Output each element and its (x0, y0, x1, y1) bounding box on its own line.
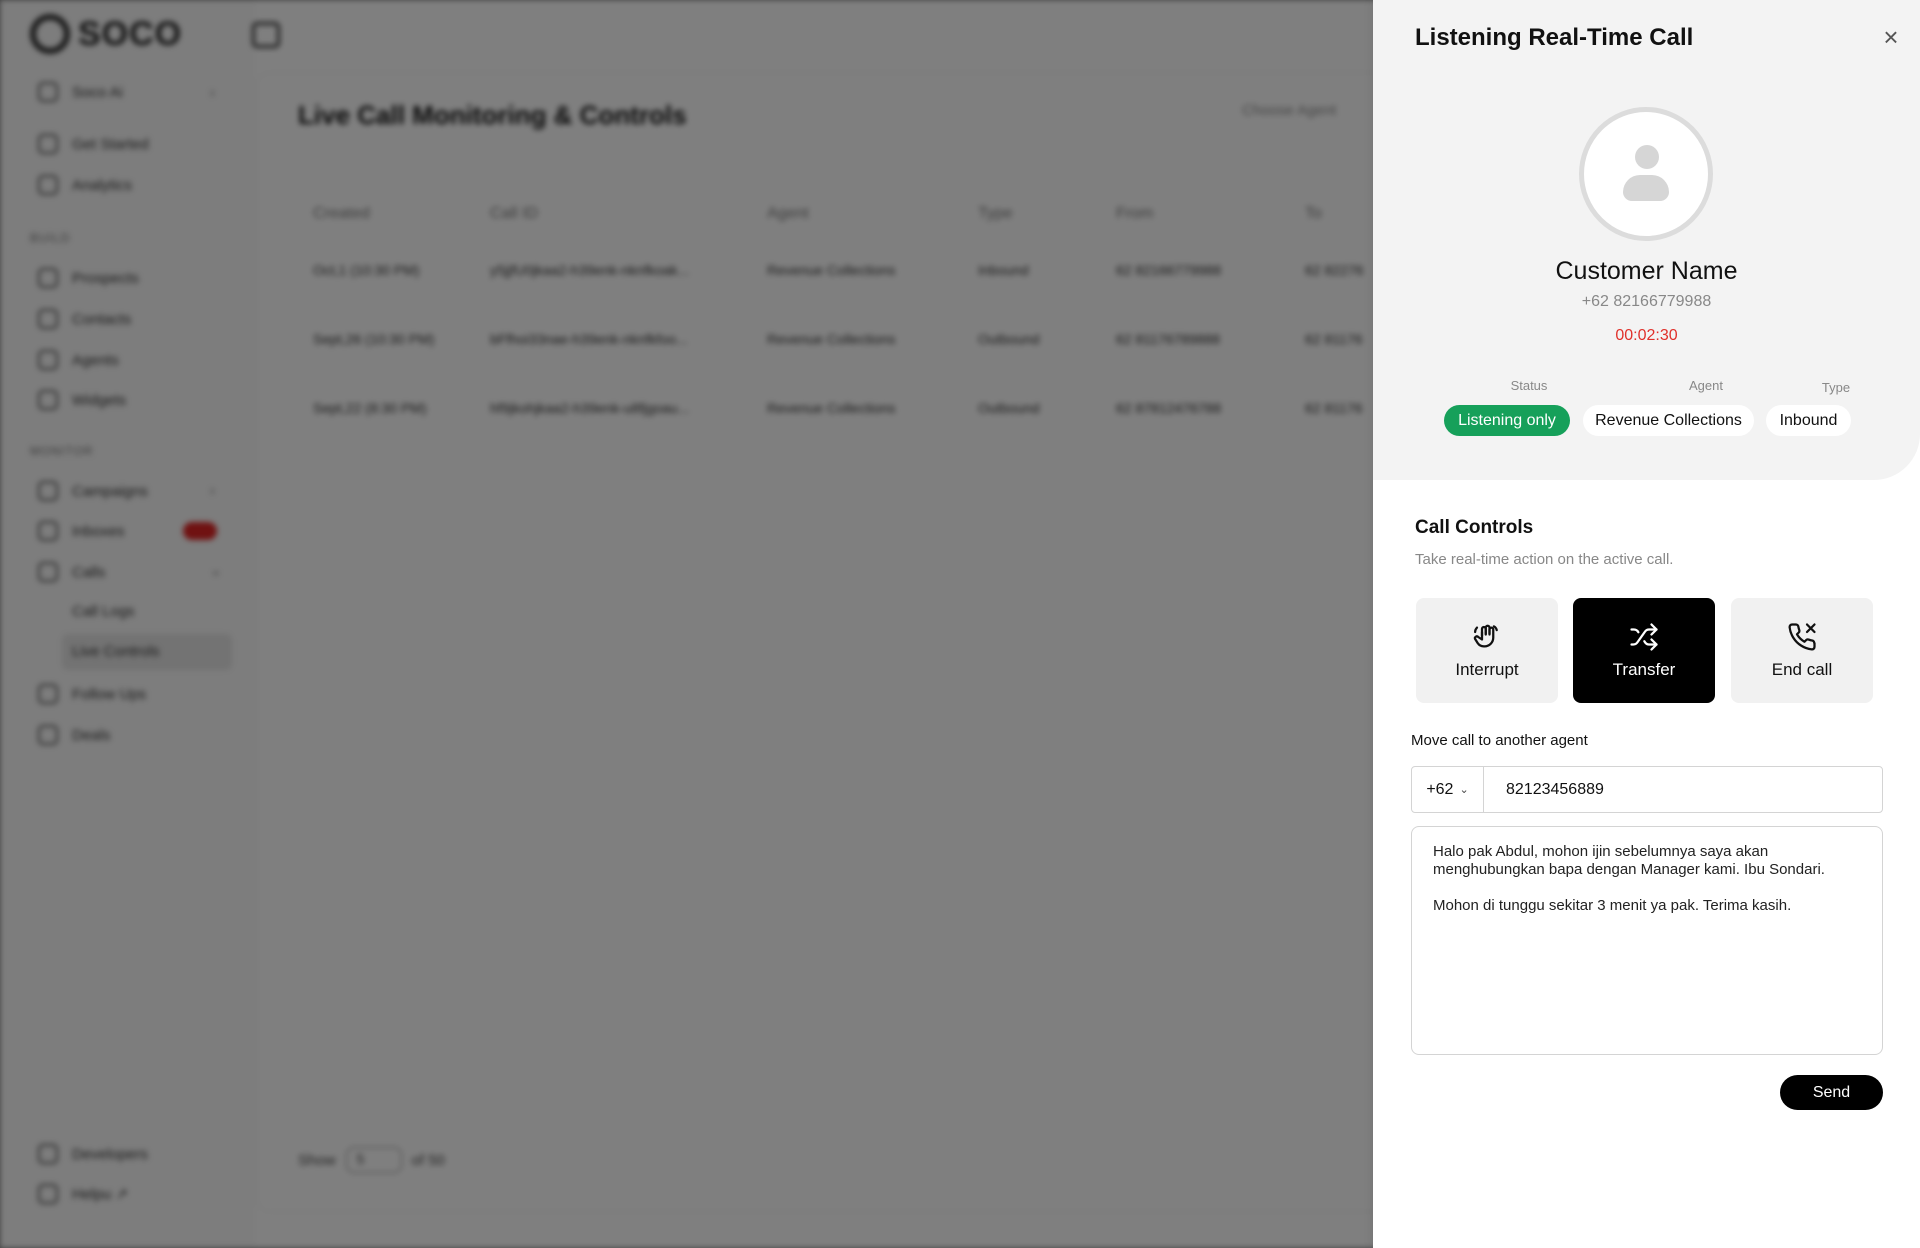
transfer-phone-field: +62 ⌄ (1411, 766, 1883, 813)
shuffle-icon (1630, 622, 1658, 651)
customer-phone: +62 82166779988 (1581, 293, 1712, 310)
user-icon-head (1635, 145, 1659, 169)
phone-number-input[interactable] (1484, 767, 1882, 812)
country-code-value: +62 (1426, 780, 1454, 798)
status-label: Status (1510, 378, 1548, 393)
transfer-button[interactable]: Transfer (1573, 598, 1715, 703)
send-button[interactable]: Send (1780, 1075, 1883, 1110)
transfer-label: Transfer (1612, 659, 1676, 679)
call-controls-title: Call Controls (1415, 517, 1534, 538)
call-controls-subtitle: Take real-time action on the active call… (1415, 551, 1674, 568)
user-icon-body (1623, 175, 1669, 201)
type-label: Type (1821, 380, 1851, 395)
close-icon[interactable]: × (1878, 24, 1904, 50)
transfer-message-textarea[interactable]: Halo pak Abdul, mohon ijin sebelumnya sa… (1411, 826, 1883, 1055)
phone-off-icon (1788, 622, 1816, 650)
move-call-label: Move call to another agent (1411, 732, 1588, 749)
customer-name: Customer Name (1555, 257, 1738, 285)
chevron-down-icon: ⌄ (1459, 784, 1469, 796)
agent-label: Agent (1689, 378, 1723, 393)
country-code-select[interactable]: +62 ⌄ (1412, 767, 1484, 812)
agent-badge: Revenue Collections (1583, 405, 1754, 436)
hand-wave-icon (1473, 624, 1498, 647)
avatar (1579, 107, 1713, 241)
status-badge: Listening only (1444, 405, 1570, 436)
listening-call-panel: Listening Real-Time Call × Customer Name… (1373, 0, 1920, 1248)
type-badge: Inbound (1766, 405, 1851, 436)
panel-title: Listening Real-Time Call (1415, 24, 1694, 51)
interrupt-label: Interrupt (1455, 659, 1519, 679)
call-timer: 00:02:30 (1615, 327, 1678, 344)
end-call-label: End call (1771, 659, 1833, 679)
end-call-button[interactable]: End call (1731, 598, 1873, 703)
interrupt-button[interactable]: Interrupt (1416, 598, 1558, 703)
call-summary-header: Listening Real-Time Call × Customer Name… (1373, 0, 1920, 480)
